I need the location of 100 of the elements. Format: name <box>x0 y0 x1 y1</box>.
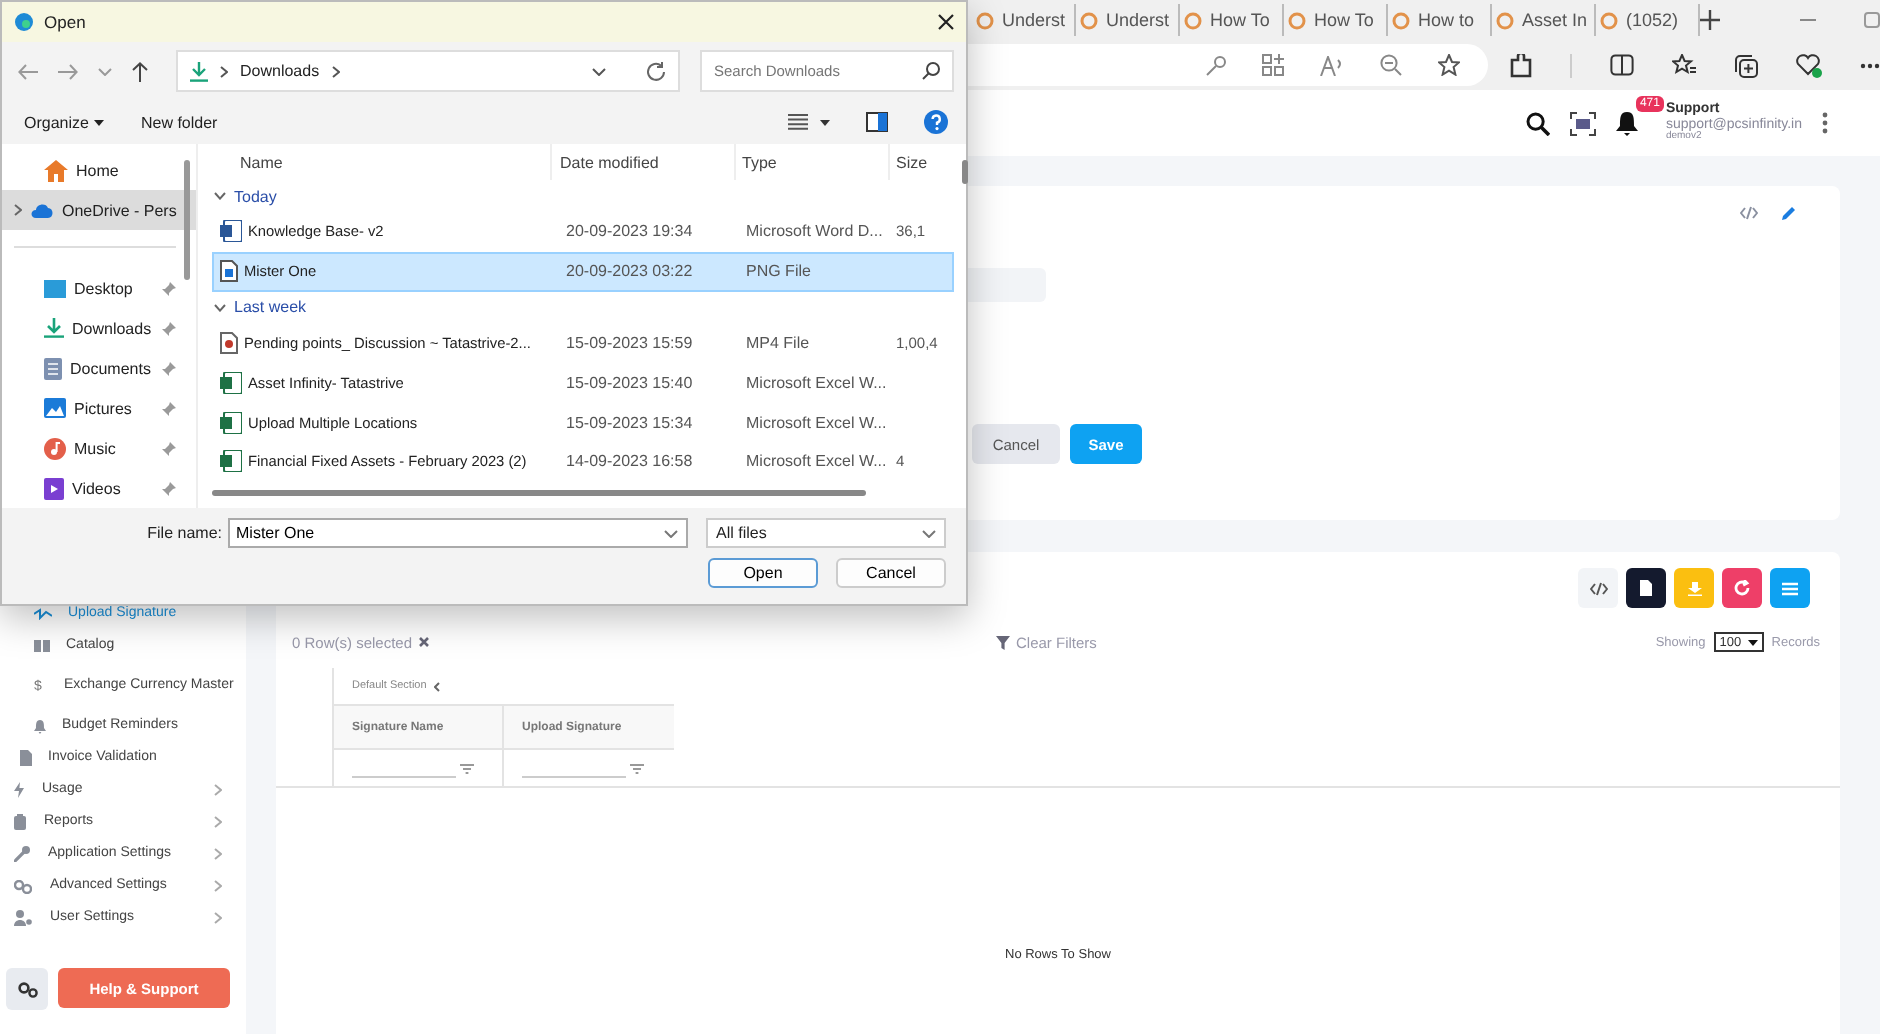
filter-icon <box>996 635 1010 649</box>
site-icon <box>1496 11 1514 29</box>
group-header[interactable]: Today <box>212 180 972 213</box>
chevron-right-icon <box>214 784 222 796</box>
new-tab-icon[interactable] <box>1700 10 1720 30</box>
view-options-icon[interactable] <box>788 114 808 130</box>
file-name-field[interactable]: Mister One <box>228 518 688 548</box>
caret-down-icon <box>592 67 606 75</box>
collections-icon[interactable] <box>1734 53 1758 77</box>
new-folder-button[interactable]: New folder <box>140 113 218 131</box>
navigation-item[interactable]: OneDrive - Pers <box>2 190 196 230</box>
pin-icon <box>162 481 176 495</box>
site-icon <box>1600 11 1618 29</box>
back-icon[interactable] <box>18 63 38 79</box>
navigation-item[interactable]: Music <box>2 428 196 468</box>
pencil-icon[interactable] <box>1780 206 1796 222</box>
recent-locations-icon[interactable] <box>98 67 112 75</box>
excel-file-icon <box>220 450 242 473</box>
clear-selection-icon[interactable] <box>418 636 431 648</box>
column-header[interactable]: Date modified <box>560 153 659 171</box>
site-icon <box>1392 11 1410 29</box>
column-header[interactable]: Type <box>742 153 777 171</box>
scrollbar-thumb[interactable] <box>212 490 866 496</box>
column-header[interactable]: Size <box>896 153 928 171</box>
health-icon[interactable] <box>1796 53 1822 77</box>
navigation-item[interactable]: Home <box>2 150 196 190</box>
file-type: Microsoft Excel W... <box>746 452 887 471</box>
document-icon <box>44 357 62 379</box>
wrench-icon <box>14 846 30 862</box>
download-icon <box>44 318 64 338</box>
file-date: 20-09-2023 03:22 <box>566 262 693 281</box>
download-icon <box>190 61 208 81</box>
up-icon[interactable] <box>132 61 148 81</box>
key-icon[interactable] <box>1206 55 1226 75</box>
picture-icon <box>44 398 66 418</box>
browser-tab[interactable]: (1052) <box>1596 4 1700 36</box>
bell-icon <box>34 719 46 733</box>
browser-tab[interactable]: How To <box>1284 4 1388 36</box>
group-header[interactable]: Last week <box>212 291 972 324</box>
browser-tab[interactable]: Underst <box>972 4 1076 36</box>
chevron-down-icon <box>214 192 226 201</box>
kebab-menu-icon[interactable] <box>1822 112 1828 134</box>
preview-pane-icon[interactable] <box>866 112 888 132</box>
settings-button[interactable] <box>6 968 48 1010</box>
read-aloud-icon[interactable] <box>1320 55 1344 75</box>
browser-tab[interactable]: Asset In <box>1492 4 1596 36</box>
favorites-icon[interactable] <box>1672 54 1696 76</box>
dialog-title: Open <box>44 12 88 32</box>
column-header[interactable]: Name <box>240 153 283 171</box>
more-icon[interactable] <box>1860 61 1880 69</box>
browser-tab[interactable]: How to <box>1388 4 1492 36</box>
refresh-button[interactable] <box>1722 568 1762 608</box>
bell-icon[interactable] <box>1615 111 1638 135</box>
navigation-item[interactable]: Desktop <box>2 268 196 308</box>
minimize-icon[interactable] <box>1800 18 1816 22</box>
scrollbar-thumb[interactable] <box>962 160 968 184</box>
caret-down-icon <box>94 119 105 125</box>
pin-icon <box>162 321 176 335</box>
code-button[interactable] <box>1578 568 1618 608</box>
filter-icon[interactable] <box>460 763 474 773</box>
filter-icon[interactable] <box>630 763 644 773</box>
site-icon <box>1080 11 1098 29</box>
document-button[interactable] <box>1626 568 1666 608</box>
forward-icon[interactable] <box>58 63 78 79</box>
breadcrumb[interactable]: Downloads <box>240 62 320 80</box>
extension-icon[interactable] <box>1508 53 1532 77</box>
barcode-scan-icon[interactable] <box>1569 111 1596 135</box>
navigation-item[interactable]: Documents <box>2 348 196 388</box>
navigation-item[interactable]: Downloads <box>2 308 196 348</box>
file-date: 15-09-2023 15:40 <box>566 373 693 392</box>
file-type-select[interactable]: All files <box>706 518 946 548</box>
video-icon <box>44 477 64 499</box>
refresh-icon <box>646 61 666 81</box>
browser-tab[interactable]: Underst <box>1076 4 1180 36</box>
organize-menu[interactable]: Organize <box>24 113 105 131</box>
navigation-item[interactable]: Pictures <box>2 388 196 428</box>
document-icon <box>20 750 32 766</box>
chevron-right-icon <box>220 65 228 77</box>
pin-icon <box>162 401 176 415</box>
help-icon[interactable] <box>924 110 948 134</box>
file-name-label: File name: <box>147 524 222 542</box>
user-gear-icon <box>14 910 32 926</box>
caret-down-icon[interactable] <box>820 119 830 125</box>
cancel-button[interactable]: Cancel <box>836 558 946 588</box>
star-icon[interactable] <box>1438 54 1460 76</box>
close-button[interactable] <box>938 14 954 30</box>
zoom-out-icon[interactable] <box>1380 54 1402 76</box>
file-date: 15-09-2023 15:59 <box>566 334 693 353</box>
code-icon[interactable] <box>1740 206 1758 220</box>
chevron-left-icon[interactable] <box>434 681 441 691</box>
navigation-item[interactable]: Videos <box>2 468 196 508</box>
split-screen-icon[interactable] <box>1610 54 1634 76</box>
columns-button[interactable] <box>1770 568 1810 608</box>
scrollbar-thumb[interactable] <box>184 160 190 280</box>
apps-add-icon[interactable] <box>1262 54 1284 76</box>
address-bar[interactable]: Downloads <box>176 50 680 92</box>
search-icon[interactable] <box>1525 111 1550 135</box>
open-button[interactable]: Open <box>708 558 818 588</box>
pin-icon <box>162 281 176 295</box>
browser-tab[interactable]: How To <box>1180 4 1284 36</box>
